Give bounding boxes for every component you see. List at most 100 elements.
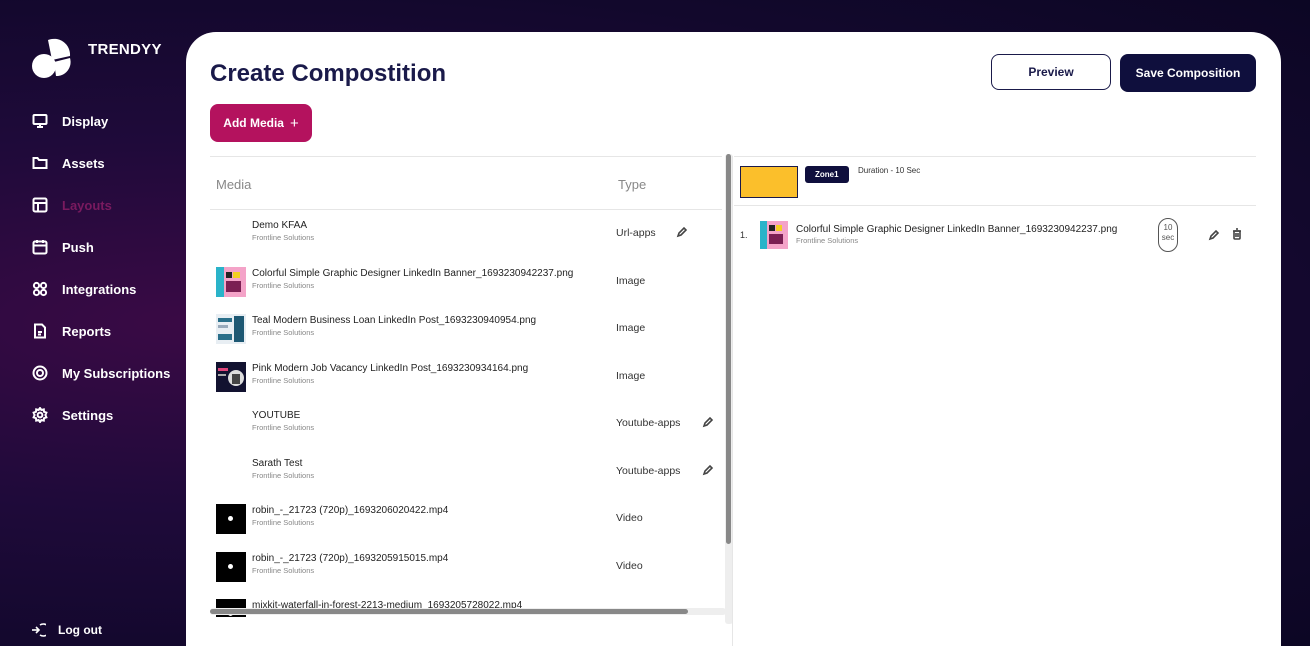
media-type: Image: [616, 369, 646, 382]
sidebar-item-label: Assets: [62, 155, 105, 171]
media-type: Youtube-apps: [616, 464, 681, 477]
media-subtitle: Frontline Solutions: [252, 280, 315, 290]
sidebar-item-display[interactable]: Display: [0, 100, 186, 142]
sidebar-item-label: Layouts: [62, 197, 112, 213]
page-title: Create Compostition: [210, 60, 447, 87]
logout-button[interactable]: Log out: [30, 622, 102, 638]
sidebar-item-settings[interactable]: Settings: [0, 394, 186, 436]
edit-icon[interactable]: [676, 225, 690, 239]
media-subtitle: Frontline Solutions: [252, 328, 315, 337]
media-type: Image: [616, 274, 646, 287]
logo-mark-icon: [30, 36, 74, 80]
column-header-media: Media: [216, 177, 252, 192]
media-name: YOUTUBE: [252, 410, 301, 421]
sidebar-item-label: Display: [62, 113, 109, 129]
sidebar-item-subscriptions[interactable]: My Subscriptions: [0, 352, 186, 394]
media-subtitle: Frontline Solutions: [252, 423, 315, 432]
media-type: Image: [616, 322, 646, 334]
sidebar-item-label: Reports: [62, 323, 112, 339]
media-name: robin_-_21723 (720p)_1693206020422.mp4: [252, 505, 449, 516]
table-row[interactable]: Demo KFAA Frontline Solutions Url-apps: [210, 211, 722, 259]
image-thumbnail: [216, 314, 246, 344]
media-type: Video: [616, 559, 643, 572]
sidebar: TRENDYY Display Assets Layouts Push Integrat…: [0, 0, 186, 646]
sidebar-item-layouts[interactable]: Layouts: [0, 184, 186, 226]
table-row[interactable]: YOUTUBE Frontline Solutions Youtube-apps: [210, 401, 722, 449]
table-row[interactable]: robin_-_21723 (720p)_1693206020422.mp4 Fr…: [210, 496, 722, 544]
edit-icon[interactable]: [1208, 228, 1222, 242]
video-thumbnail: [216, 551, 246, 582]
layout-icon: [32, 197, 48, 213]
zone-divider: [734, 205, 1256, 206]
media-name: Demo KFAA: [252, 220, 308, 231]
preview-button[interactable]: Preview: [991, 54, 1111, 90]
media-subtitle: Frontline Solutions: [252, 233, 315, 242]
zone-panel: Zone1 Duration - 10 Sec 1. Colorful Simp…: [734, 156, 1256, 627]
media-name: Teal Modern Business Loan LinkedIn Post_…: [252, 315, 537, 326]
zone-media-item[interactable]: 1. Colorful Simple Graphic Designer Link…: [734, 217, 1256, 252]
media-subtitle: Frontline Solutions: [252, 518, 315, 527]
main-content: Create Compostition Preview Save Composi…: [186, 32, 1281, 646]
zone-item-name: Colorful Simple Graphic Designer LinkedI…: [796, 224, 1118, 235]
brand-logo[interactable]: TRENDYY: [30, 36, 162, 80]
logout-icon: [30, 622, 46, 638]
zone-item-duration-input[interactable]: 10 sec: [1158, 218, 1178, 252]
monitor-icon: [32, 113, 48, 129]
media-subtitle: Frontline Solutions: [252, 470, 315, 480]
media-type: Url-apps: [616, 227, 656, 239]
edit-icon[interactable]: [702, 463, 716, 477]
sidebar-item-assets[interactable]: Assets: [0, 142, 186, 184]
sidebar-item-integrations[interactable]: Integrations: [0, 268, 186, 310]
add-media-label: Add Media: [223, 116, 284, 130]
vertical-scrollbar-thumb[interactable]: [726, 154, 731, 544]
table-row[interactable]: Pink Modern Job Vacancy LinkedIn Post_16…: [210, 354, 722, 402]
table-row[interactable]: Sarath Test Frontline Solutions Youtube-ap…: [210, 449, 722, 497]
folder-icon: [32, 155, 48, 171]
table-row[interactable]: robin_-_21723 (720p)_1693205915015.mp4 Fr…: [210, 544, 722, 592]
sidebar-item-label: Push: [62, 239, 94, 255]
horizontal-scrollbar-thumb[interactable]: [210, 609, 688, 614]
media-rows: Demo KFAA Frontline Solutions Url-apps Colo…: [210, 211, 722, 617]
panel-divider: [732, 156, 733, 646]
zone-item-index: 1.: [740, 230, 748, 240]
trash-icon[interactable]: [1231, 227, 1245, 241]
sidebar-item-label: Integrations: [62, 281, 137, 297]
plus-icon: +: [289, 114, 299, 132]
sidebar-nav: Display Assets Layouts Push Integrations Repo…: [0, 100, 186, 436]
sidebar-item-reports[interactable]: Reports: [0, 310, 186, 352]
media-type: Video: [616, 512, 643, 524]
gear-icon: [32, 407, 48, 423]
zone-duration: Duration - 10 Sec: [858, 166, 921, 175]
file-icon: [32, 323, 48, 339]
media-name: Pink Modern Job Vacancy LinkedIn Post_16…: [252, 362, 529, 374]
media-name: Sarath Test: [252, 457, 303, 469]
sidebar-item-label: My Subscriptions: [62, 365, 171, 381]
media-name: robin_-_21723 (720p)_1693205915015.mp4: [252, 552, 449, 564]
zone-item-thumbnail: [760, 221, 788, 249]
media-type: Youtube-apps: [616, 417, 681, 429]
save-composition-button[interactable]: Save Composition: [1120, 54, 1256, 92]
media-name: Colorful Simple Graphic Designer LinkedI…: [252, 267, 574, 279]
target-icon: [32, 365, 48, 381]
edit-icon[interactable]: [702, 415, 716, 429]
add-media-button[interactable]: Add Media +: [210, 104, 312, 142]
media-table-header: Media Type: [210, 157, 722, 210]
image-thumbnail: [216, 361, 246, 392]
media-table: Media Type Demo KFAA Frontline Solutions U…: [210, 156, 722, 617]
calendar-icon: [32, 239, 48, 255]
video-thumbnail: [216, 504, 246, 534]
zone-item-subtitle: Frontline Solutions: [796, 236, 859, 245]
logout-label: Log out: [58, 623, 102, 637]
media-subtitle: Frontline Solutions: [252, 565, 315, 575]
sidebar-item-push[interactable]: Push: [0, 226, 186, 268]
zone-color-swatch[interactable]: [740, 166, 798, 198]
brand-name: TRENDYY: [88, 40, 162, 58]
column-header-type: Type: [618, 177, 647, 192]
table-row[interactable]: Colorful Simple Graphic Designer LinkedI…: [210, 259, 722, 307]
grid-icon: [32, 281, 48, 297]
zone-tag[interactable]: Zone1: [805, 166, 849, 183]
sidebar-item-label: Settings: [62, 407, 114, 423]
media-subtitle: Frontline Solutions: [252, 375, 315, 385]
table-row[interactable]: Teal Modern Business Loan LinkedIn Post_…: [210, 306, 722, 354]
image-thumbnail: [216, 266, 246, 297]
